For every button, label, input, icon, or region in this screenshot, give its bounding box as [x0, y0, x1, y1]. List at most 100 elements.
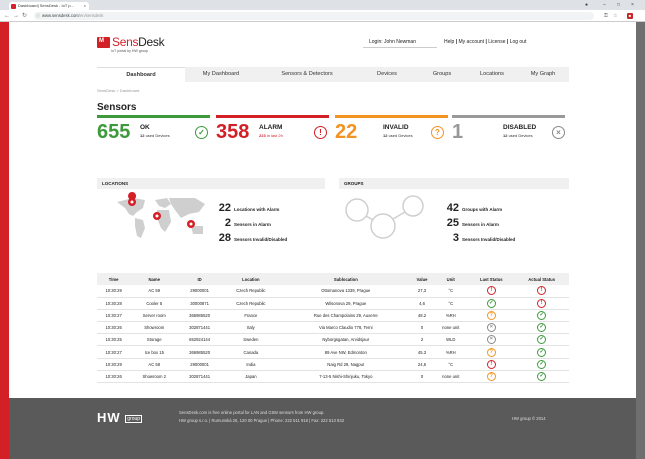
browser-tab[interactable]: Dashboard| SensDesk - IoT p... ×	[9, 2, 89, 10]
tab-my-graph[interactable]: My Graph	[517, 67, 569, 82]
invalid-question-icon: ?	[431, 126, 444, 139]
stat-ok-label: OK	[140, 124, 150, 131]
col-actual-status[interactable]: Actual Status	[514, 273, 569, 285]
col-location[interactable]: Location	[220, 273, 281, 285]
ok-status-icon: ✓	[486, 298, 496, 308]
col-value[interactable]: Value	[410, 273, 434, 285]
favicon-icon	[11, 3, 16, 9]
disabled-x-icon: ×	[552, 126, 565, 139]
cell-actual-status: ✓	[514, 321, 569, 335]
cell-actual-status: !	[514, 297, 569, 310]
alarm-status-icon: !	[537, 298, 547, 308]
cell-value: 45.3	[410, 345, 434, 359]
col-last-status[interactable]: Last Status	[468, 273, 515, 285]
col-id[interactable]: ID	[178, 273, 221, 285]
cell-time: 10:30:29	[97, 285, 131, 298]
help-link[interactable]: Help	[444, 39, 454, 45]
cell-last-status: ?	[468, 370, 515, 384]
info-icon: ⓘ	[36, 13, 40, 18]
left-accent-bar	[0, 22, 9, 459]
stat-alarm[interactable]: 358 ALARM 223 in last 2h !	[216, 115, 329, 143]
cell-value: 2	[410, 333, 434, 347]
cell-id: 30000871	[178, 297, 221, 310]
cell-sublocation: 7-13-5 Nishi-Shinjuku, Tokyo	[280, 370, 411, 384]
footer: HW group SensDesk.com is free online por…	[9, 398, 636, 459]
tab-devices[interactable]: Devices	[357, 67, 417, 82]
cell-name: Showroom	[130, 321, 179, 335]
col-name[interactable]: Name	[130, 273, 179, 285]
ok-status-icon: ✓	[537, 359, 547, 369]
tab-groups[interactable]: Groups	[417, 67, 467, 82]
invalid-status-icon: ?	[486, 371, 496, 381]
table-row[interactable]: 10:30:28 Cooler 5 30000871 Czech Republic Wi…	[97, 297, 569, 310]
cell-unit: WLD	[433, 333, 469, 347]
stat-disabled-sub: 12 used Devices	[503, 133, 533, 138]
forward-icon[interactable]: →	[13, 11, 19, 21]
table-row[interactable]: 10:30:27 Server room 366985520 France Rue de…	[97, 309, 569, 323]
table-row[interactable]: 10:30:29 AC 59 29000001 Czech Republic Ottom…	[97, 285, 569, 298]
maximize-icon[interactable]: □	[617, 0, 620, 10]
cell-id: 366985520	[178, 345, 221, 359]
cell-actual-status: ✓	[514, 345, 569, 359]
sensor-table: Time Name ID Location Sublocation Value …	[97, 273, 569, 384]
cell-id: 29000001	[178, 285, 221, 298]
table-row[interactable]: 10:30:26 Showroom 302871441 Italy Via Marco …	[97, 321, 569, 335]
window-close-icon[interactable]: ×	[631, 0, 634, 10]
table-row[interactable]: 10:30:29 AC 58 29000001 India Naig Rd 29, Na…	[97, 358, 569, 371]
table-row[interactable]: 10:30:27 Ice box 15 366985520 Canada 89 Ave …	[97, 345, 569, 359]
stat-alarm-label: ALARM	[259, 124, 283, 131]
key-icon[interactable]: ⚿	[604, 12, 608, 20]
ok-status-icon: ✓	[537, 371, 547, 381]
alarm-status-icon: !	[537, 286, 547, 296]
bookmark-star-icon[interactable]: ☆	[613, 12, 617, 20]
tab-dashboard[interactable]: Dashboard	[97, 67, 185, 82]
tab-locations[interactable]: Locations	[467, 67, 517, 82]
ok-check-icon: ✓	[195, 126, 208, 139]
ok-status-icon: ✓	[537, 335, 547, 345]
locations-sensors-invalid: 28 Sensors Invalid/Disabled	[218, 232, 288, 244]
cell-name: AC 58	[130, 358, 179, 371]
cell-actual-status: ✓	[514, 333, 569, 347]
stat-invalid-sub: 12 used Devices	[383, 133, 413, 138]
stat-ok[interactable]: 655 OK 12 used Devices ✓	[97, 115, 210, 143]
cell-last-status: ?	[468, 345, 515, 359]
cell-last-status: !	[468, 285, 515, 298]
table-row[interactable]: 10:30:25 Storage 652924144 Sweden Nyborgsgat…	[97, 333, 569, 347]
logo-tagline: IoT portal by HW group	[111, 49, 149, 53]
cell-sublocation: Nyborgsgatan, Arvidsjaur	[280, 333, 411, 347]
minimize-icon[interactable]: –	[603, 0, 606, 10]
logo-mark: M	[97, 37, 110, 48]
extension-icon[interactable]: ■	[627, 13, 633, 19]
address-input[interactable]: ⓘ www.sensdesk.com/en/sensdesk	[34, 12, 594, 20]
close-tab-icon[interactable]: ×	[84, 2, 86, 10]
cell-last-status: !	[468, 358, 515, 371]
my-account-link[interactable]: My account	[458, 39, 484, 45]
alarm-status-icon: !	[486, 359, 496, 369]
sensdesk-logo[interactable]: M SensDesk IoT portal by HW group	[97, 35, 167, 59]
stat-ok-sub: 12 used Devices	[140, 133, 170, 138]
cell-id: 366985520	[178, 309, 221, 323]
license-link[interactable]: License	[488, 39, 505, 45]
account-icon[interactable]: ●	[585, 0, 588, 10]
cell-location: Italy	[220, 321, 281, 335]
col-time[interactable]: Time	[97, 273, 131, 285]
hwgroup-logo[interactable]: HW group	[97, 410, 143, 425]
url-host: www.sensdesk.com	[42, 13, 79, 18]
tab-my-dashboard[interactable]: My Dashboard	[185, 67, 257, 82]
logout-link[interactable]: Log out	[510, 39, 527, 45]
groups-network-icon[interactable]	[339, 192, 429, 247]
url-bar: ← → ↻ ⓘ www.sensdesk.com/en/sensdesk ⚿ ☆…	[0, 10, 645, 22]
cell-id: 29000001	[178, 358, 221, 371]
tab-sensors-detectors[interactable]: Sensors & Detectors	[257, 67, 357, 82]
cell-unit: °C	[433, 285, 469, 298]
col-sublocation[interactable]: Sublocation	[280, 273, 411, 285]
reload-icon[interactable]: ↻	[22, 11, 27, 21]
stat-invalid[interactable]: 22 INVALID 12 used Devices ?	[335, 115, 448, 143]
cell-unit: %RH	[433, 345, 469, 359]
table-row[interactable]: 10:30:26 Showroom 2 302871441 Japan 7-13-5 N…	[97, 370, 569, 384]
world-map-icon[interactable]	[111, 192, 211, 244]
stat-disabled[interactable]: 1 DISABLED 12 used Devices ×	[452, 115, 565, 143]
locations-sensors-in-alarm: 2 Sensors in Alarm	[224, 217, 271, 229]
back-icon[interactable]: ←	[4, 11, 10, 21]
col-unit[interactable]: Unit	[433, 273, 469, 285]
